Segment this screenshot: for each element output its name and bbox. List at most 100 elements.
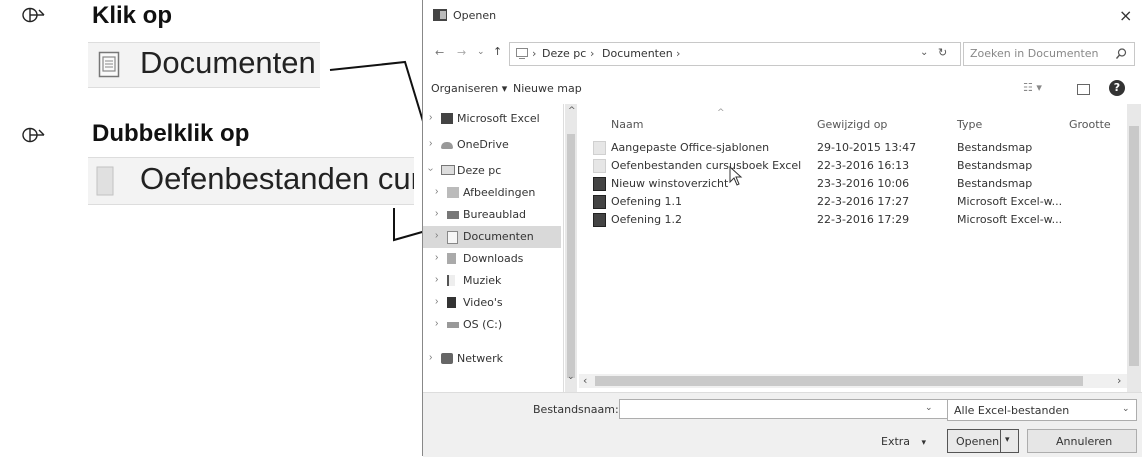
chevron-down-icon: ▾ <box>1005 435 1010 445</box>
nav-item-bureaublad[interactable]: › Bureaublad <box>423 204 561 226</box>
file-row-oefening-1-1[interactable]: Oefening 1.1 22-3-2016 17:27 Microsoft E… <box>593 192 1133 210</box>
breadcrumb-separator: › <box>590 47 595 60</box>
oefenbestanden-label: Oefenbestanden cur <box>140 161 414 196</box>
search-box[interactable]: Zoeken in Documenten <box>963 42 1135 66</box>
chevron-down-icon: › <box>425 167 437 172</box>
open-label: Openen <box>956 435 1000 448</box>
pc-icon <box>441 165 455 175</box>
address-bar[interactable]: › Deze pc › Documenten › ⌄ ↻ <box>509 42 961 66</box>
forward-button[interactable]: → <box>457 46 466 59</box>
file-type: Microsoft Excel-w... <box>957 195 1063 208</box>
file-row-aangepaste-office-sjablonen[interactable]: Aangepaste Office-sjablonen 29-10-2015 1… <box>593 138 1133 156</box>
chevron-down-icon: ▾ <box>921 438 927 448</box>
nav-scrollbar[interactable] <box>565 104 577 392</box>
cancel-button[interactable]: Annuleren <box>1027 429 1137 453</box>
scroll-down-icon[interactable]: ⌄ <box>567 372 575 382</box>
nav-label: Microsoft Excel <box>457 112 540 125</box>
nav-item-deze-pc[interactable]: › Deze pc <box>423 160 561 182</box>
chevron-down-icon: ⌄ <box>1122 404 1130 414</box>
cloud-icon <box>441 142 453 149</box>
file-list-hscrollbar-thumb[interactable] <box>595 376 1083 386</box>
refresh-icon[interactable]: ↻ <box>938 46 947 59</box>
preview-pane-icon[interactable] <box>1077 84 1090 95</box>
nav-item-netwerk[interactable]: › Netwerk <box>423 348 561 370</box>
nav-label: Video's <box>463 296 503 309</box>
folder-icon <box>96 166 114 196</box>
sort-ascending-icon: ^ <box>717 108 725 118</box>
nav-item-downloads[interactable]: › Downloads <box>423 248 561 270</box>
file-list-hscrollbar[interactable]: ‹ › <box>579 374 1127 388</box>
nav-label: Documenten <box>463 230 534 243</box>
mouse-cursor-icon <box>729 166 743 186</box>
chevron-right-icon: › <box>435 230 439 241</box>
file-type: Bestandsmap <box>957 141 1033 154</box>
file-row-nieuw-winstoverzicht[interactable]: Nieuw winstoverzicht 23-3-2016 10:06 Bes… <box>593 174 1133 192</box>
nav-item-os-c[interactable]: › OS (C:) <box>423 314 561 336</box>
column-header-name[interactable]: Naam <box>611 118 643 131</box>
file-type: Bestandsmap <box>957 159 1033 172</box>
chevron-down-icon[interactable]: ⌄ <box>920 47 928 58</box>
open-button[interactable]: Openen ▾ <box>947 429 1019 453</box>
nav-label: Deze pc <box>457 164 502 177</box>
recent-dropdown[interactable]: ⌄ <box>477 47 485 57</box>
nav-item-afbeeldingen[interactable]: › Afbeeldingen <box>423 182 561 204</box>
file-list-vscrollbar-thumb[interactable] <box>1129 126 1139 366</box>
file-name: Nieuw winstoverzicht <box>611 177 729 190</box>
downloads-icon <box>447 253 456 264</box>
extra-button[interactable]: Extra ▾ <box>881 435 926 448</box>
excel-file-icon <box>593 213 606 227</box>
nav-item-microsoft-excel[interactable]: › Microsoft Excel <box>423 108 561 130</box>
search-icon[interactable] <box>1116 48 1127 59</box>
nav-item-onedrive[interactable]: › OneDrive <box>423 134 561 156</box>
file-type: Microsoft Excel-w... <box>957 213 1063 226</box>
chevron-down-icon[interactable]: ⌄ <box>925 403 933 413</box>
nav-label: Afbeeldingen <box>463 186 536 199</box>
help-icon[interactable]: ? <box>1109 80 1125 96</box>
excel-file-icon <box>593 195 606 209</box>
scroll-left-icon[interactable]: ‹ <box>583 374 587 387</box>
nav-item-documenten[interactable]: › Documenten <box>423 226 561 248</box>
breadcrumb-documenten[interactable]: Documenten <box>602 47 673 60</box>
column-header-type[interactable]: Type <box>957 118 982 131</box>
up-button[interactable]: ↑ <box>493 45 502 58</box>
nav-item-videos[interactable]: › Video's <box>423 292 561 314</box>
filename-input[interactable] <box>619 399 951 419</box>
organize-button[interactable]: Organiseren ▾ <box>431 82 507 95</box>
file-row-oefenbestanden-cursusboek-excel[interactable]: Oefenbestanden cursusboek Excel 22-3-201… <box>593 156 1133 174</box>
hand-pointer-icon <box>22 7 45 23</box>
back-button[interactable]: ← <box>435 46 444 59</box>
close-button[interactable]: × <box>1119 6 1132 25</box>
new-folder-button[interactable]: Nieuwe map <box>513 82 582 95</box>
file-row-oefening-1-2[interactable]: Oefening 1.2 22-3-2016 17:29 Microsoft E… <box>593 210 1133 228</box>
file-modified: 22-3-2016 17:27 <box>817 195 910 208</box>
file-list-vscrollbar[interactable] <box>1127 104 1141 392</box>
step1-instruction: Klik op <box>92 2 173 29</box>
scroll-right-icon[interactable]: › <box>1117 374 1121 387</box>
file-name: Oefenbestanden cursusboek Excel <box>611 159 802 172</box>
chevron-right-icon: › <box>435 186 439 197</box>
view-options-icon[interactable]: ☷ ▾ <box>1023 81 1042 94</box>
nav-label: Netwerk <box>457 352 503 365</box>
file-name: Aangepaste Office-sjablonen <box>611 141 770 154</box>
extra-label: Extra <box>881 435 911 448</box>
search-input[interactable]: Zoeken in Documenten <box>970 47 1099 60</box>
cancel-label: Annuleren <box>1056 435 1113 448</box>
column-header-size[interactable]: Grootte <box>1069 118 1111 131</box>
nav-item-muziek[interactable]: › Muziek <box>423 270 561 292</box>
dialog-title: Openen <box>453 9 497 22</box>
chevron-right-icon: › <box>435 252 439 263</box>
filename-label: Bestandsnaam: <box>533 403 619 416</box>
nav-label: OS (C:) <box>463 318 503 331</box>
nav-scrollbar-thumb[interactable] <box>567 134 575 378</box>
scroll-up-icon[interactable]: ^ <box>568 106 576 116</box>
column-header-modified[interactable]: Gewijzigd op <box>817 118 887 131</box>
drive-icon <box>447 322 459 328</box>
breadcrumb-deze-pc[interactable]: Deze pc <box>542 47 586 60</box>
folder-icon <box>593 141 606 155</box>
breadcrumb-separator: › <box>676 47 681 60</box>
file-modified: 22-3-2016 17:29 <box>817 213 910 226</box>
file-type-filter[interactable]: Alle Excel-bestanden ⌄ <box>947 399 1137 421</box>
pictures-icon <box>447 187 459 198</box>
chevron-right-icon: › <box>429 352 433 363</box>
open-dropdown-button[interactable]: ▾ <box>1000 430 1018 452</box>
